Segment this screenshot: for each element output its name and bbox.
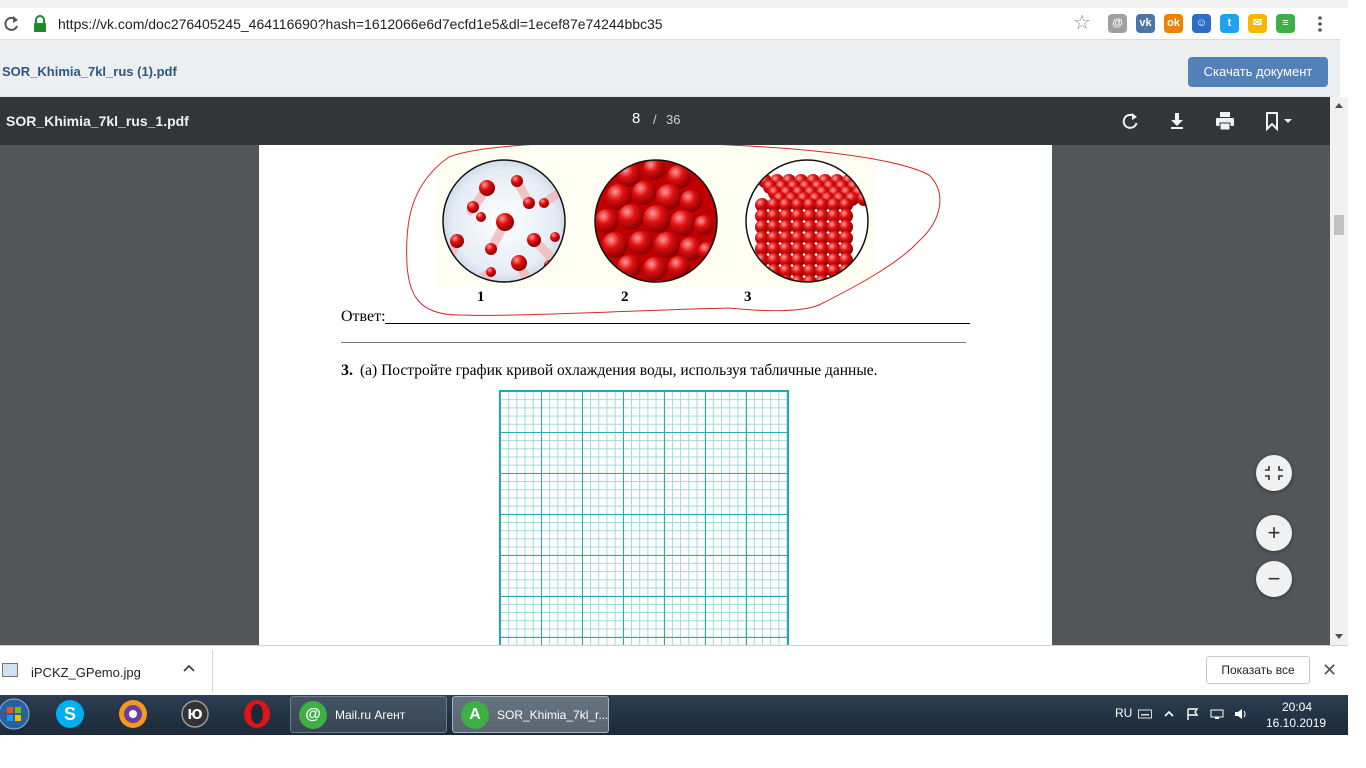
taskbar-window-label: SOR_Khimia_7kl_r... [497,708,609,722]
chat-icon[interactable]: ✉ [1248,14,1267,33]
liquid-particle [643,257,667,281]
liquid-particle [632,181,656,205]
answer-label: Ответ: [341,308,386,325]
solid-particles-image [745,159,869,283]
clock-date[interactable]: 16.10.2019 [1266,716,1326,730]
yu-app-icon[interactable]: Ю [180,699,210,729]
page-number-current[interactable]: 8 [632,110,640,127]
vk-file-name[interactable]: SOR_Khimia_7kl_rus (1).pdf [2,64,177,79]
taskbar-window-label: Mail.ru Агент [335,708,406,722]
download-icon[interactable] [1165,109,1189,133]
liquid-particle [654,232,680,258]
windows-taskbar: S Ю @ Mail.ru Агент A SOR_Khimia_7kl_r... R… [0,695,1348,735]
liquid-particle [618,204,644,230]
taskbar-window-pdf-browser[interactable]: A SOR_Khimia_7kl_r... [452,696,609,733]
downloaded-file-name[interactable]: iPCKZ_GPemo.jpg [31,665,141,680]
answer-line [385,323,970,324]
liquid-particle [694,215,714,235]
browser-icon: A [461,701,489,729]
scroll-up-arrow-icon[interactable] [1335,103,1343,108]
odnoklassniki-icon[interactable]: ok [1164,14,1183,33]
solid-particle [767,275,781,282]
scroll-thumb[interactable] [1334,215,1344,235]
show-all-downloads-button[interactable]: Показать все [1206,656,1310,684]
gas-particles-image [442,159,566,283]
solid-particle [815,275,829,282]
figure-label-1: 1 [477,289,485,305]
lock-icon[interactable] [33,15,47,33]
action-center-flag-icon[interactable] [1186,708,1200,720]
taskbar-window-mail-agent[interactable]: @ Mail.ru Агент [290,696,447,733]
reload-icon[interactable] [2,14,20,34]
list-icon[interactable]: ≡ [1276,14,1295,33]
bookmark-icon[interactable] [1262,109,1296,133]
keyboard-icon[interactable] [1138,708,1152,720]
browser-menu-icon[interactable] [1312,14,1328,34]
svg-text:Ю: Ю [187,708,202,723]
clock-time[interactable]: 20:04 [1282,700,1312,714]
print-icon[interactable] [1213,109,1237,133]
bookmark-star-icon[interactable]: ☆ [1073,12,1091,34]
opera-icon[interactable] [242,699,272,729]
solid-particle [839,275,853,282]
question-number: 3. [341,362,353,379]
network-icon[interactable] [1210,708,1224,720]
liquid-particle [668,256,690,278]
liquid-particle [595,256,613,274]
answer-line-2 [341,342,966,343]
graph-paper-grid [499,390,789,645]
browser-shield-icon[interactable] [118,699,148,729]
liquid-particle [643,205,671,233]
liquid-particle [595,209,619,233]
windows-start-icon[interactable] [0,698,30,730]
liquid-particle [698,242,716,260]
question-text: (a) Постройте график кривой охлаждения в… [360,362,878,379]
pdf-title: SOR_Khimia_7kl_rus_1.pdf [6,113,189,129]
pdf-toolbar: SOR_Khimia_7kl_rus_1.pdf 8 / 36 [0,97,1330,145]
screen-bottom-area [0,735,1366,768]
zoom-in-button[interactable]: + [1256,515,1292,551]
liquid-particle [602,232,628,258]
mail-agent-icon[interactable]: ☺ [1192,14,1211,33]
zoom-out-button[interactable]: − [1256,561,1292,597]
vk-doc-header: SOR_Khimia_7kl_rus (1).pdf Скачать докум… [0,40,1340,97]
figure-label-2: 2 [621,289,629,305]
solid-particle [779,275,793,282]
right-edge [1348,0,1366,768]
fit-to-page-button[interactable] [1256,455,1292,491]
address-bar: https://vk.com/doc276405245_464116690?ha… [0,8,1340,40]
download-shelf: iPCKZ_GPemo.jpg Показать все ✕ [0,645,1348,695]
liquid-particle [670,210,696,236]
vk-icon[interactable]: vk [1136,14,1155,33]
download-document-button[interactable]: Скачать документ [1188,57,1328,87]
liquid-particle [680,190,702,212]
pdf-scrollbar[interactable] [1330,97,1348,645]
zoom-in-icon: + [1267,520,1281,545]
tray-expand-icon[interactable] [1162,708,1176,720]
close-icon[interactable]: ✕ [1322,661,1337,679]
volume-icon[interactable] [1234,708,1248,720]
mail-ru-icon[interactable]: @ [1108,14,1127,33]
liquid-particle [629,231,653,255]
fit-to-page-icon [1265,466,1283,480]
url-field[interactable]: https://vk.com/doc276405245_464116690?ha… [58,16,663,32]
solid-particle [755,275,769,282]
svg-text:S: S [64,704,76,724]
mail-agent-icon: @ [299,701,327,729]
shelf-divider [212,650,213,692]
language-indicator[interactable]: RU [1115,706,1132,720]
rotate-icon[interactable] [1118,109,1142,133]
figure-label-3: 3 [744,289,752,305]
zoom-out-icon: − [1267,566,1281,591]
pdf-page: 1 2 3 Ответ: 3. (a) Постройте график кри… [259,145,1052,645]
page-number-total: 36 [666,112,681,127]
skype-icon[interactable]: S [55,699,85,729]
browser-tab-strip [0,0,1366,8]
liquid-particles-image [594,159,718,283]
image-file-icon [2,663,18,677]
scroll-down-arrow-icon[interactable] [1335,634,1343,639]
page-number-separator: / [653,112,657,127]
chevron-up-icon[interactable] [182,661,196,675]
twitter-icon[interactable]: t [1220,14,1239,33]
